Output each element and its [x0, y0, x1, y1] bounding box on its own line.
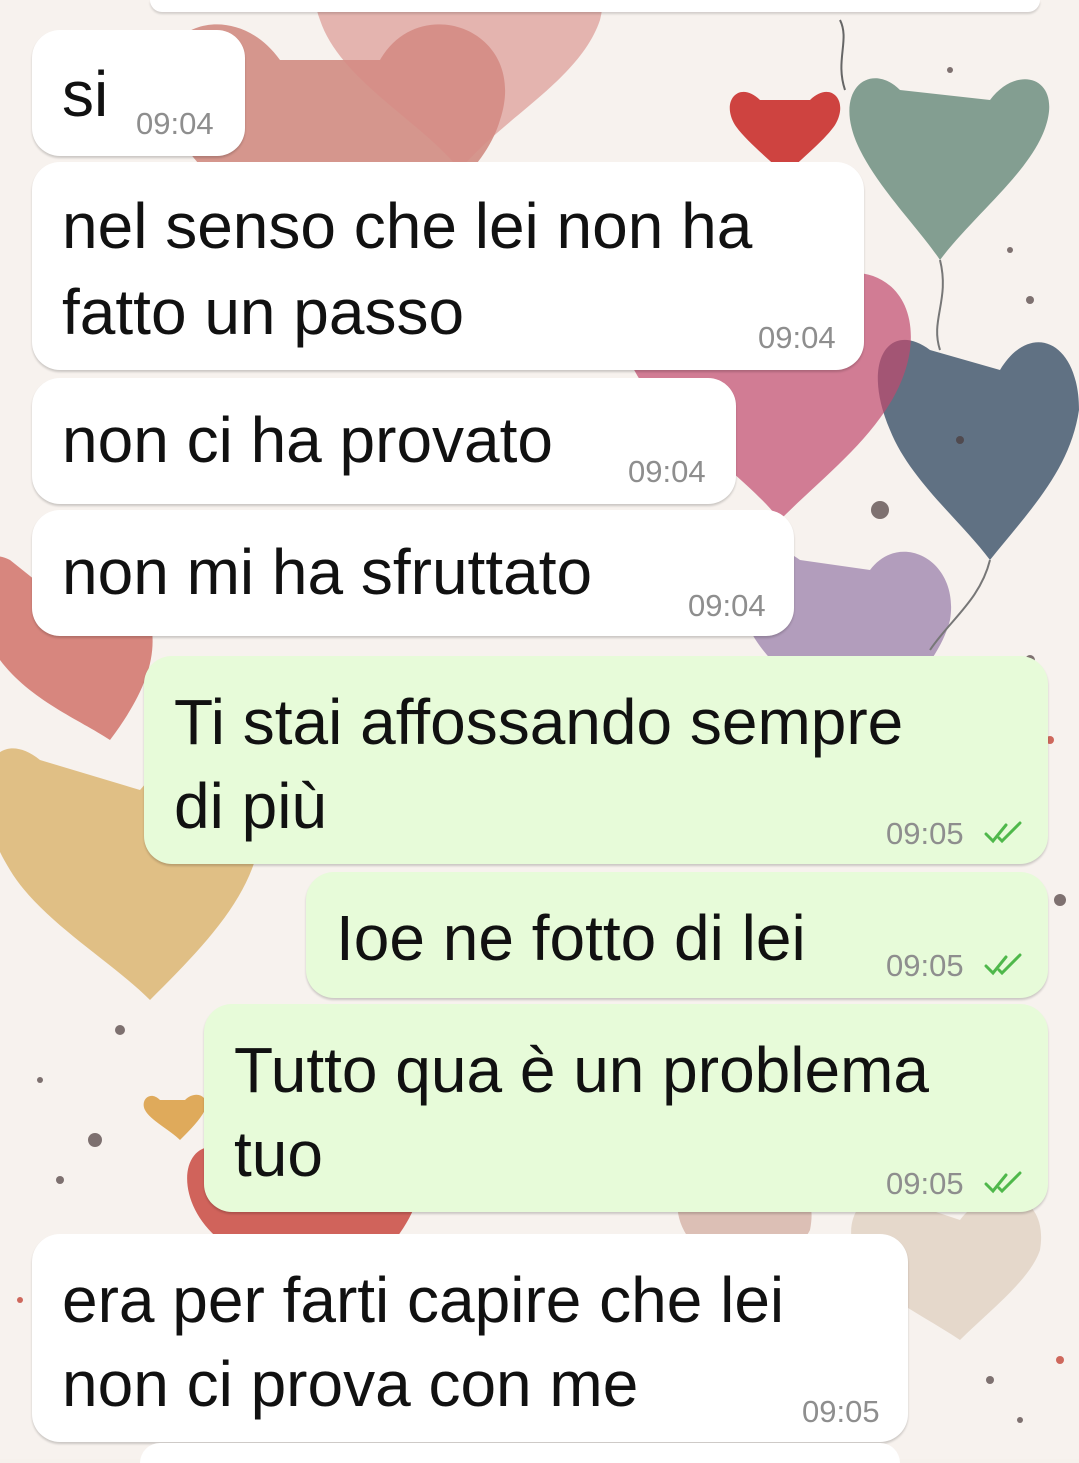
incoming-message-bubble[interactable]: non mi ha sfruttato 09:04 [32, 510, 794, 636]
message-time: 09:05 [802, 1394, 880, 1429]
message-text-line: non ci prova con me [62, 1348, 639, 1420]
double-check-read-icon [984, 821, 1022, 844]
message-text-line: fatto un passo [62, 276, 465, 348]
message-text: si [62, 58, 109, 130]
message-text-line: di più [174, 770, 327, 842]
incoming-message-bubble[interactable]: era per farti capire che lei non ci prov… [32, 1234, 908, 1442]
message-time: 09:04 [758, 320, 836, 355]
double-check-read-icon [984, 1171, 1022, 1194]
incoming-message-bubble[interactable]: si 09:04 [32, 30, 245, 156]
message-time: 09:05 [886, 816, 964, 851]
double-check-read-icon [984, 953, 1022, 976]
message-text: non ci ha provato [62, 404, 553, 476]
message-time: 09:04 [136, 106, 214, 141]
incoming-message-bubble[interactable]: non ci ha provato 09:04 [32, 378, 736, 504]
outgoing-message-bubble[interactable]: Ioe ne fotto di lei 09:05 [306, 872, 1048, 998]
message-text-line: era per farti capire che lei [62, 1264, 785, 1336]
message-time: 09:04 [628, 454, 706, 489]
message-text-line: Ti stai affossando sempre [174, 686, 904, 758]
message-text: non mi ha sfruttato [62, 536, 593, 608]
message-text-line: tuo [234, 1118, 323, 1190]
message-time: 09:05 [886, 948, 964, 983]
message-text: Ioe ne fotto di lei [336, 902, 806, 974]
next-message-bubble-edge [140, 1443, 900, 1463]
message-text-line: nel senso che lei non ha [62, 190, 753, 262]
message-text-line: Tutto qua è un problema [234, 1034, 929, 1106]
outgoing-message-bubble[interactable]: Ti stai affossando sempre di più 09:05 [144, 656, 1048, 864]
previous-message-bubble-edge [150, 0, 1040, 12]
incoming-message-bubble[interactable]: nel senso che lei non ha fatto un passo … [32, 162, 864, 370]
outgoing-message-bubble[interactable]: Tutto qua è un problema tuo 09:05 [204, 1004, 1048, 1212]
message-time: 09:04 [688, 588, 766, 623]
message-time: 09:05 [886, 1166, 964, 1201]
